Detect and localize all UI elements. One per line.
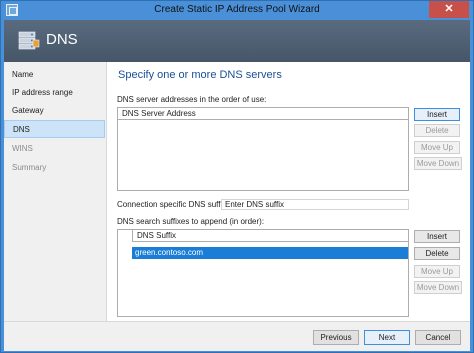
dns-suffix-move-up-button: Move Up [414,265,460,278]
cancel-button[interactable]: Cancel [415,330,461,345]
dns-servers-grid[interactable]: DNS Server Address [117,107,409,191]
search-suffixes-label: DNS search suffixes to append (in order)… [117,217,265,226]
window-title: Create Static IP Address Pool Wizard [154,4,320,15]
dns-server-icon [18,31,40,50]
dns-suffix-move-down-button: Move Down [414,281,462,294]
previous-button[interactable]: Previous [313,330,359,345]
dns-suffix-grid[interactable]: DNS Suffix green.contoso.com [117,229,409,317]
dns-server-move-up-button: Move Up [414,141,460,154]
dns-server-move-down-button: Move Down [414,157,462,170]
dns-suffix-delete-button[interactable]: Delete [414,247,460,260]
nav-item-wins: WINS [12,144,33,153]
table-row[interactable]: green.contoso.com [132,247,408,259]
wizard-body: Name IP address range Gateway DNS WINS S… [4,62,470,321]
dns-suffix-insert-button[interactable]: Insert [414,230,460,243]
close-icon[interactable]: ✕ [429,1,469,18]
section-heading: Specify one or more DNS servers [118,69,282,81]
dns-suffix-column-header[interactable]: DNS Suffix [132,230,408,242]
wizard-nav: Name IP address range Gateway DNS WINS S… [4,62,107,321]
dns-servers-label: DNS server addresses in the order of use… [117,95,267,104]
title-bar[interactable]: Create Static IP Address Pool Wizard ✕ [1,1,473,20]
next-button[interactable]: Next [364,330,410,345]
nav-item-summary: Summary [12,163,47,172]
dns-server-address-column-header[interactable]: DNS Server Address [118,108,408,120]
page-title: DNS [46,31,78,48]
nav-item-name[interactable]: Name [4,66,105,84]
page-header: DNS [4,20,470,62]
dns-server-insert-button[interactable]: Insert [414,108,460,121]
dns-server-delete-button: Delete [414,124,460,137]
wizard-window: Create Static IP Address Pool Wizard ✕ D… [0,0,474,353]
main-content: Specify one or more DNS servers DNS serv… [108,62,470,321]
nav-item-gateway[interactable]: Gateway [4,102,105,120]
connection-suffix-input[interactable]: Enter DNS suffix [221,199,409,210]
wizard-footer: Previous Next Cancel [4,321,470,351]
nav-item-dns[interactable]: DNS [4,120,105,138]
nav-item-ip-address-range[interactable]: IP address range [4,84,105,102]
connection-suffix-label: Connection specific DNS suffix: [117,200,229,209]
